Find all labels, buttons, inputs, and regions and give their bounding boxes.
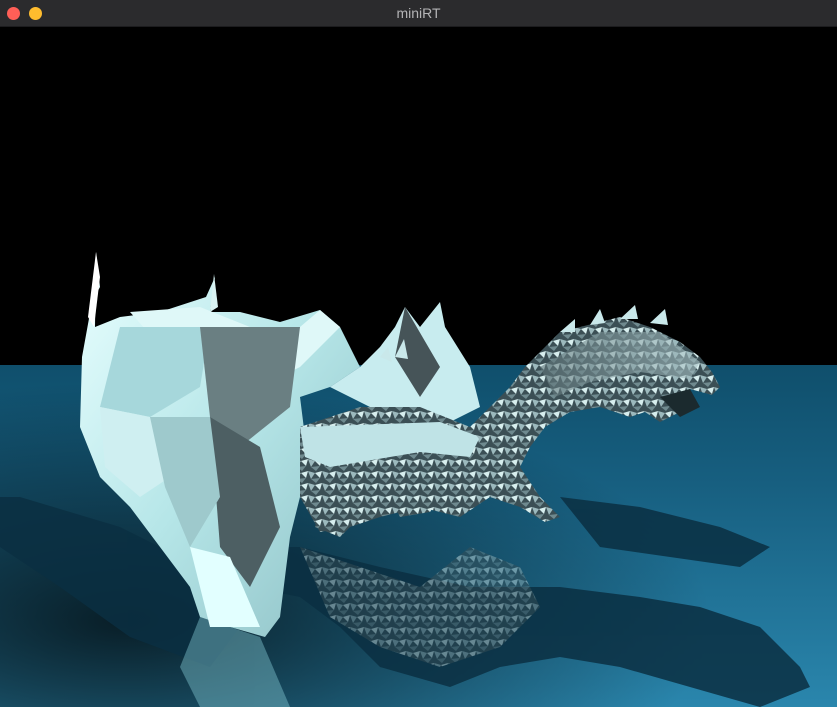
render-viewport: [0, 27, 837, 707]
window-title: miniRT: [396, 5, 441, 21]
title-bar[interactable]: miniRT: [0, 0, 837, 27]
rendered-scene: [0, 27, 837, 707]
minirt-window: miniRT: [0, 0, 837, 707]
sky-background: [0, 27, 837, 367]
